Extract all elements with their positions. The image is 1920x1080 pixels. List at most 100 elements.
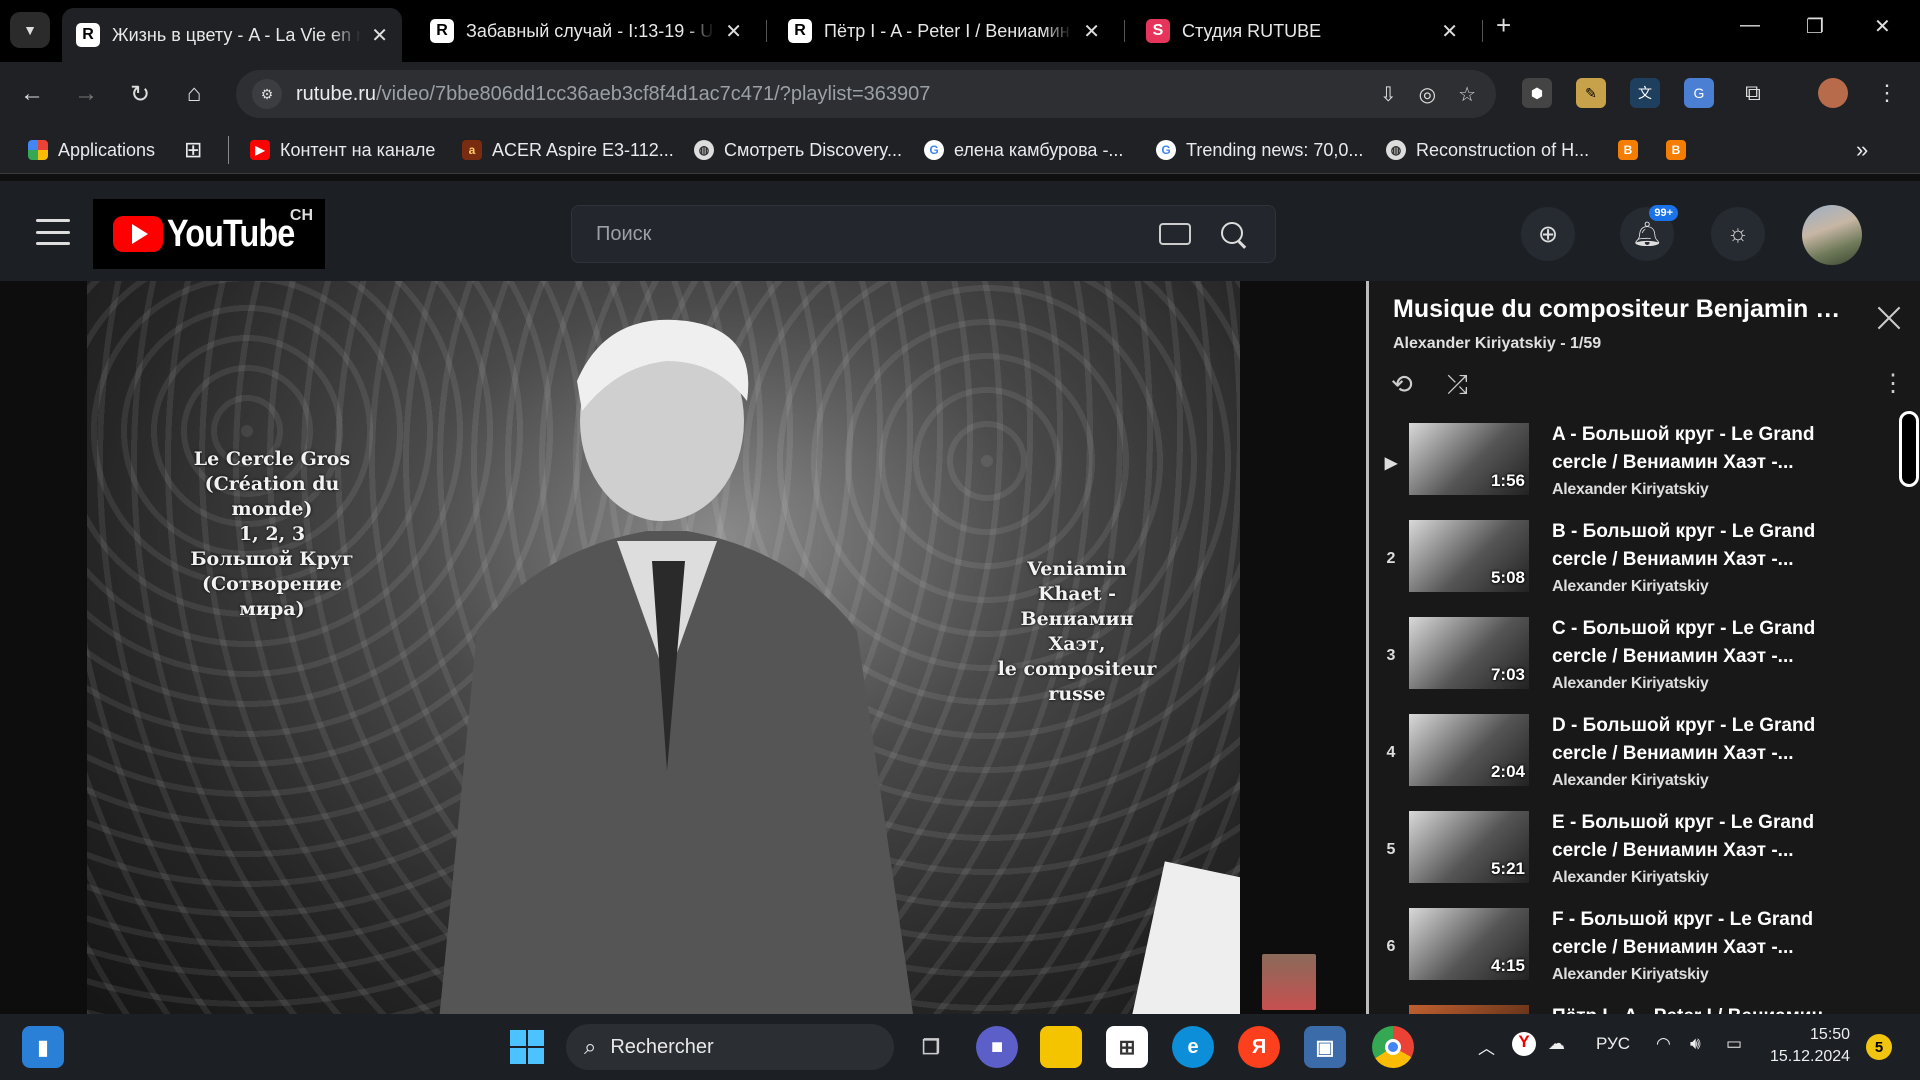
shuffle-icon[interactable]: ⤮	[1447, 369, 1468, 401]
bookmark-kontent[interactable]: ▶ Контент на канале	[250, 136, 435, 164]
playlist-item[interactable]: 3 7:03 C - Большой круг - Le Grand cercl…	[1369, 613, 1899, 705]
tab-studio-rutube[interactable]: S Студия RUTUBE ✕	[1132, 8, 1472, 54]
tab-search-button[interactable]: ▼	[10, 12, 50, 48]
input-language[interactable]: РУС	[1596, 1034, 1630, 1054]
close-icon[interactable]: ✕	[371, 23, 388, 48]
video-title[interactable]: B - Большой круг - Le Grand cercle / Вен…	[1552, 518, 1842, 574]
profile-avatar[interactable]	[1818, 78, 1848, 108]
address-bar[interactable]: ⚙ rutube.ru/video/7bbe806dd1cc36aeb3cf8f…	[236, 70, 1496, 118]
video-thumbnail[interactable]: 4:15	[1409, 908, 1529, 980]
cloud-icon[interactable]: ☁	[1548, 1034, 1565, 1054]
close-window-icon[interactable]: ✕	[1874, 14, 1891, 39]
search-input[interactable]	[596, 222, 1159, 246]
yandex-browser-icon[interactable]: Я	[1238, 1026, 1280, 1068]
show-hidden-icons-icon[interactable]: ︿	[1478, 1034, 1495, 1059]
bookmark-star-icon[interactable]: ☆	[1458, 82, 1476, 107]
tab-zabavnyi-sluchai[interactable]: R Забавный случай - I:13-19 - Un ✕	[416, 8, 756, 54]
extension-translate-icon[interactable]: 文	[1630, 78, 1660, 108]
video-title[interactable]: F - Большой круг - Le Grand cercle / Вен…	[1552, 906, 1842, 962]
video-author[interactable]: Alexander Kiriyatskiy	[1552, 772, 1709, 790]
video-thumbnail[interactable]	[1409, 1005, 1529, 1014]
theme-toggle-button[interactable]: ☼	[1711, 207, 1765, 261]
yandex-tray-icon[interactable]: Y	[1512, 1032, 1536, 1056]
url-text[interactable]: rutube.ru/video/7bbe806dd1cc36aeb3cf8f4d…	[296, 83, 930, 106]
bookmark-blogger-2[interactable]: B	[1666, 136, 1696, 164]
more-bookmarks-icon[interactable]: »	[1856, 136, 1868, 164]
reload-icon[interactable]: ↻	[122, 76, 158, 112]
mini-player-thumbnail[interactable]	[1262, 954, 1316, 1010]
bookmark-blogger-1[interactable]: B	[1618, 136, 1648, 164]
create-upload-button[interactable]: ⊕	[1521, 207, 1575, 261]
video-title[interactable]: D - Большой круг - Le Grand cercle / Вен…	[1552, 712, 1842, 768]
edge-browser-icon[interactable]: e	[1172, 1026, 1214, 1068]
playlist-item[interactable]: ▶ 1:56 A - Большой круг - Le Grand cercl…	[1369, 419, 1899, 511]
video-title[interactable]: C - Большой круг - Le Grand cercle / Вен…	[1552, 615, 1842, 671]
search-icon[interactable]	[1219, 220, 1247, 248]
system-clock[interactable]: 15:50 15.12.2024	[1770, 1024, 1850, 1068]
back-arrow-icon[interactable]: ←	[14, 76, 50, 112]
tab-petr-i[interactable]: R Пётр I - A - Peter I / Вениамин ✕	[774, 8, 1114, 54]
video-player[interactable]: Le Cercle Gros (Création du monde) 1, 2,…	[87, 281, 1240, 1014]
video-thumbnail[interactable]: 2:04	[1409, 714, 1529, 786]
playlist-item[interactable]: 5 5:21 E - Большой круг - Le Grand cercl…	[1369, 807, 1899, 899]
bookmark-reconstruction[interactable]: ◍ Reconstruction of H...	[1386, 136, 1589, 164]
more-vertical-icon[interactable]: ⋮	[1881, 369, 1905, 398]
video-title[interactable]: Пётр I - A - Peter I / Вениамин...	[1552, 1003, 1842, 1014]
video-author[interactable]: Alexander Kiriyatskiy	[1552, 578, 1709, 596]
user-avatar[interactable]	[1802, 205, 1862, 265]
battery-icon[interactable]: ▭	[1726, 1034, 1742, 1054]
chrome-browser-icon[interactable]	[1372, 1026, 1414, 1068]
close-playlist-icon[interactable]	[1874, 303, 1904, 333]
new-tab-plus-icon[interactable]: +	[1496, 10, 1511, 41]
playlist-item[interactable]: 4 2:04 D - Большой круг - Le Grand cercl…	[1369, 710, 1899, 802]
playlist-item[interactable]: 2 5:08 B - Большой круг - Le Grand cercl…	[1369, 516, 1899, 608]
tab-la-vie-en-rose[interactable]: R Жизнь в цвету - A - La Vie en rose ✕	[62, 8, 402, 62]
video-author[interactable]: Alexander Kiriyatskiy	[1552, 869, 1709, 887]
close-icon[interactable]: ✕	[1083, 19, 1100, 44]
close-icon[interactable]: ✕	[725, 19, 742, 44]
widgets-icon[interactable]: ▮	[22, 1026, 64, 1068]
video-author[interactable]: Alexander Kiriyatskiy	[1552, 675, 1709, 693]
home-icon[interactable]: ⌂	[176, 76, 212, 112]
task-view-icon[interactable]: ❐	[910, 1026, 952, 1068]
playlist-title[interactable]: Musique du compositeur Benjamin K...	[1393, 295, 1853, 324]
bookmark-kamburova[interactable]: G елена камбурова -...	[924, 136, 1123, 164]
site-info-icon[interactable]: ⚙	[252, 79, 282, 109]
video-thumbnail[interactable]: 5:08	[1409, 520, 1529, 592]
video-thumbnail[interactable]: 5:21	[1409, 811, 1529, 883]
video-title[interactable]: A - Большой круг - Le Grand cercle / Вен…	[1552, 421, 1842, 477]
playlist-scrollbar[interactable]	[1899, 411, 1919, 487]
bookmark-discovery[interactable]: ◍ Смотреть Discovery...	[694, 136, 902, 164]
remote-desktop-icon[interactable]: ▣	[1304, 1026, 1346, 1068]
repeat-icon[interactable]: ⟲	[1391, 369, 1413, 400]
taskbar-search[interactable]: ⌕ Rechercher	[566, 1024, 894, 1070]
eye-off-icon[interactable]: ◎	[1419, 82, 1436, 107]
windows-start-icon[interactable]	[506, 1026, 548, 1068]
video-thumbnail[interactable]: 1:56	[1409, 423, 1529, 495]
close-icon[interactable]: ✕	[1441, 19, 1458, 44]
extensions-puzzle-icon[interactable]: ⧉	[1738, 78, 1768, 108]
teams-meet-icon[interactable]: ■	[976, 1026, 1018, 1068]
bookmark-applications[interactable]: Applications	[28, 136, 155, 164]
forward-arrow-icon[interactable]: →	[68, 76, 104, 112]
restore-icon[interactable]: ❐	[1806, 14, 1824, 39]
volume-icon[interactable]: 🔊︎	[1690, 1034, 1701, 1054]
keyboard-icon[interactable]	[1159, 223, 1191, 245]
bookmark-trending[interactable]: G Trending news: 70,0...	[1156, 136, 1363, 164]
wifi-icon[interactable]: ◠	[1656, 1034, 1671, 1054]
minimize-icon[interactable]: —	[1740, 14, 1760, 37]
site-logo[interactable]: YouTube CH	[93, 199, 325, 269]
video-thumbnail[interactable]: 7:03	[1409, 617, 1529, 689]
menu-hamburger-icon[interactable]	[36, 219, 70, 245]
video-title[interactable]: E - Большой круг - Le Grand cercle / Вен…	[1552, 809, 1842, 865]
install-app-icon[interactable]: ⇩	[1380, 82, 1397, 107]
microsoft-store-icon[interactable]: ⊞	[1106, 1026, 1148, 1068]
video-author[interactable]: Alexander Kiriyatskiy	[1552, 966, 1709, 984]
extension-notes-icon[interactable]: ✎	[1576, 78, 1606, 108]
extension-shield-icon[interactable]: ⬢	[1522, 78, 1552, 108]
notification-count-badge[interactable]: 5	[1866, 1034, 1892, 1060]
notifications-button[interactable]: 🔔︎ 99+	[1620, 205, 1678, 261]
google-translate-icon[interactable]: G	[1684, 78, 1714, 108]
bookmark-acer[interactable]: a ACER Aspire E3-112...	[462, 136, 674, 164]
playlist-item[interactable]: Пётр I - A - Peter I / Вениамин...	[1369, 1001, 1899, 1014]
